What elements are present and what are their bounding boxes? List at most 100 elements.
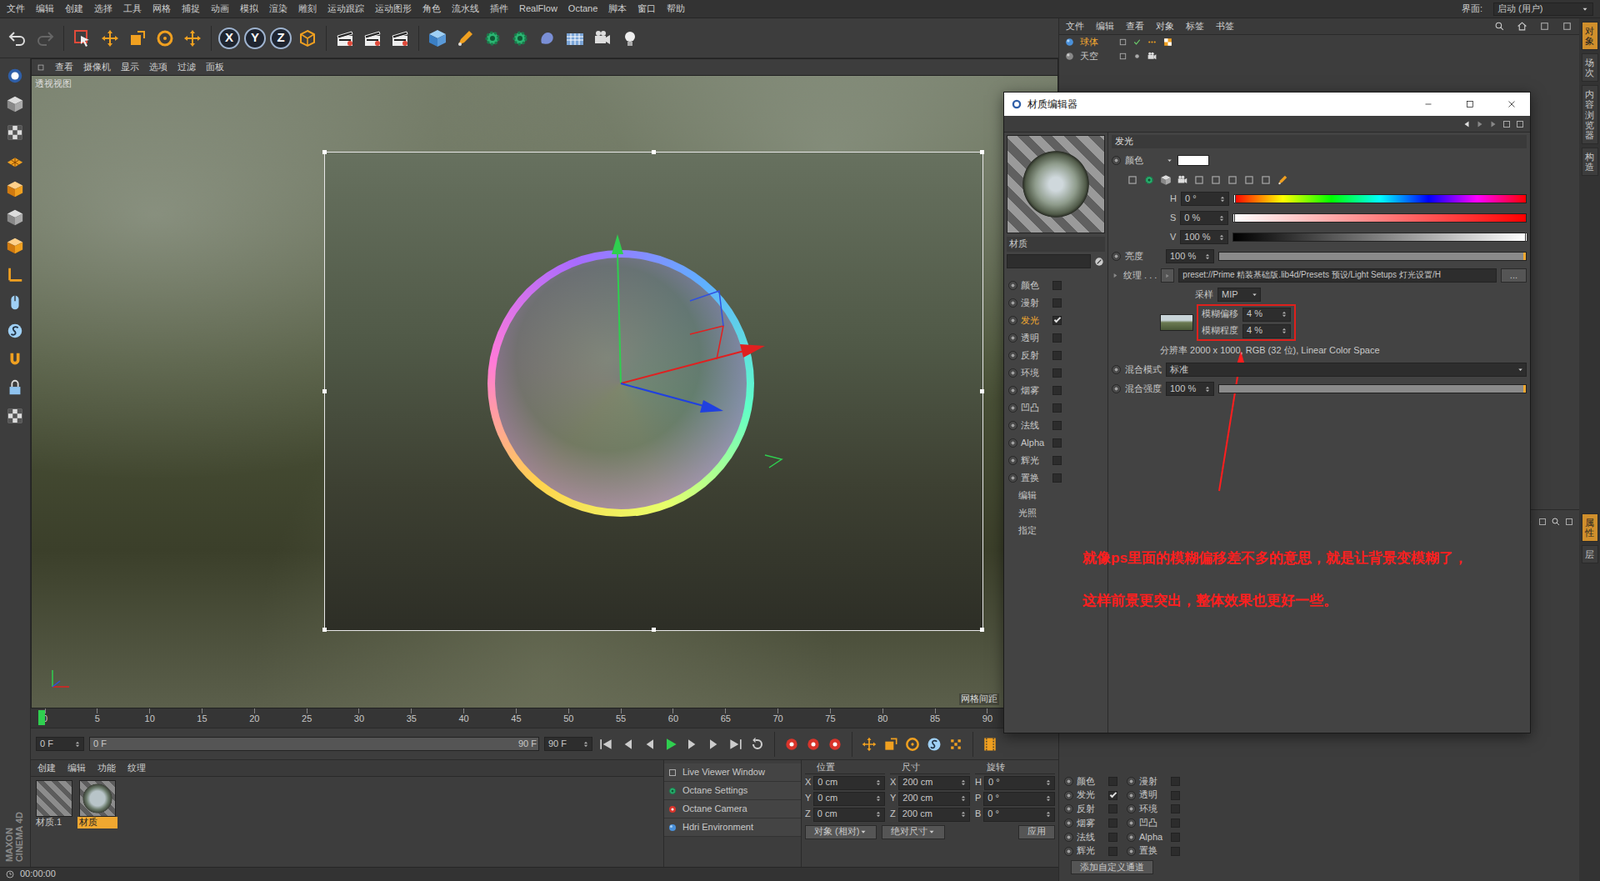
side-tab-label[interactable]: 场次 [1585,57,1595,78]
channel-label[interactable]: 颜色 [1076,775,1105,788]
channel-checkbox[interactable] [1052,350,1062,360]
toolbar-button[interactable] [535,25,560,51]
toolbar-button[interactable] [425,25,450,51]
next-icon[interactable] [684,735,701,753]
toolbar-button[interactable] [360,25,385,51]
object-name[interactable]: 天空 [1080,50,1114,63]
channel-radio[interactable] [1064,832,1074,842]
channel-radio[interactable] [1008,473,1018,483]
gcube-icon[interactable] [5,95,25,114]
swirl-icon[interactable] [5,321,25,340]
coordinate-field-value[interactable]: 200 cm [902,792,933,805]
channel-label[interactable]: 环境 [1139,803,1168,815]
coordinate-field[interactable]: 0 ° [983,807,1055,822]
coordinate-field[interactable]: 0 ° [984,775,1055,790]
playhead[interactable] [38,710,45,725]
menu-item[interactable]: RealFlow [519,3,558,15]
dot-icon[interactable] [1132,51,1142,61]
coordinate-field-value[interactable]: 0 cm [817,808,838,820]
spin-arrows-icon[interactable] [1203,385,1212,394]
picker-icon[interactable] [1093,255,1105,268]
channel-item[interactable]: 凹凸 [1006,399,1105,417]
channel-checkbox[interactable] [1052,438,1062,448]
viewport-canvas[interactable]: 透视视图网格间距 [31,75,1058,708]
coordinate-field-value[interactable]: 0 cm [817,792,838,805]
channel-radio[interactable] [1008,420,1018,430]
side-tab[interactable]: 构造 [1581,147,1599,176]
play-icon[interactable] [662,735,680,753]
lock-icon[interactable] [5,378,25,397]
rec-icon[interactable] [667,804,678,815]
coordinate-field[interactable]: 200 cm [898,807,970,822]
win-close-button[interactable] [1493,92,1530,116]
channel-label[interactable]: 发光 [1020,315,1050,327]
hsv-field[interactable]: 100 % [1180,230,1229,245]
attribute-channel[interactable]: 发光 [1064,789,1127,801]
mode-button[interactable] [2,346,28,372]
octane-item-label[interactable]: Octane Camera [682,803,748,815]
grid-icon[interactable] [565,28,585,49]
coordinate-field-value[interactable]: 0 ° [987,792,1000,805]
checker-icon[interactable] [5,123,25,142]
channel-checkbox[interactable] [1052,315,1062,325]
channel-label[interactable]: 凹凸 [1020,402,1050,415]
channel-radio[interactable] [1008,350,1018,360]
undo-icon[interactable] [7,28,28,49]
add-channel-button[interactable]: 添加自定义通道 [1070,860,1154,875]
blur-field-value[interactable]: 4 % [1246,308,1263,320]
spin-arrows-icon[interactable] [1044,810,1053,819]
spin-arrows-icon[interactable] [874,794,883,803]
channel-label[interactable]: 透明 [1020,332,1050,345]
param-radio[interactable] [1111,251,1121,261]
object-menu-item[interactable]: 书签 [1215,20,1235,33]
toolbar-button[interactable] [480,25,505,51]
material-swatch[interactable] [79,780,116,817]
tri-r-icon[interactable] [1475,119,1485,130]
channel-label[interactable]: 法线 [1020,420,1050,432]
channel-radio[interactable] [1064,846,1074,856]
attribute-channel[interactable]: 烟雾 [1064,817,1127,830]
channel-checkbox[interactable] [1052,455,1062,465]
object-name[interactable]: 球体 [1080,36,1114,49]
menu-item[interactable]: 编辑 [35,3,55,15]
menu-item[interactable]: 窗口 [637,3,656,15]
sqr-icon[interactable] [1193,174,1205,186]
channel-checkbox[interactable] [1052,403,1062,413]
prev-icon[interactable] [640,735,658,753]
channel-radio[interactable] [1126,846,1136,856]
scale-icon[interactable] [127,28,148,49]
search-icon[interactable] [1550,513,1561,530]
pen-icon[interactable] [455,28,475,49]
spin-arrows-icon[interactable] [959,778,968,787]
dropdown-arrow-icon[interactable] [859,827,868,836]
object-menu-item[interactable]: 查看 [1125,20,1145,33]
object-menu-item[interactable]: 对象 [1155,20,1175,33]
color-swatch[interactable] [1177,155,1210,166]
win-min-button[interactable] [1410,92,1447,116]
hsv-field-value[interactable]: 0 ° [1185,193,1197,205]
spin-arrows-icon[interactable] [874,778,883,787]
coordinate-field[interactable]: 200 cm [898,791,970,806]
menu-item[interactable]: Octane [568,3,598,15]
material-menu-item[interactable]: 纹理 [127,762,146,775]
move-gizmo-icon[interactable] [31,75,865,576]
timeline-ruler[interactable]: 051015202530354045505560657075808590 [30,708,1059,729]
side-tab[interactable]: 属性 [1581,513,1599,542]
channel-label[interactable]: 凹凸 [1139,817,1168,830]
material-item[interactable]: 材质 [77,780,118,829]
slider-marker[interactable] [1233,194,1236,204]
sqr-icon[interactable] [1210,174,1222,186]
mode-button[interactable] [2,120,28,145]
material-menu-item[interactable]: 编辑 [67,762,86,775]
channel-label[interactable]: 置换 [1020,472,1050,485]
attribute-channel[interactable]: 反射 [1064,803,1127,815]
param-radio[interactable] [1111,155,1121,165]
material-name[interactable]: 材质.1 [34,816,75,829]
redo-icon[interactable] [35,28,55,49]
channel-radio[interactable] [1008,315,1018,325]
sqr-icon[interactable] [1539,20,1550,32]
channel-radio[interactable] [1064,776,1074,786]
mode-button[interactable] [2,205,28,230]
octane-item-label[interactable]: Octane Settings [682,785,748,797]
object-menu-item[interactable]: 文件 [1065,20,1085,33]
